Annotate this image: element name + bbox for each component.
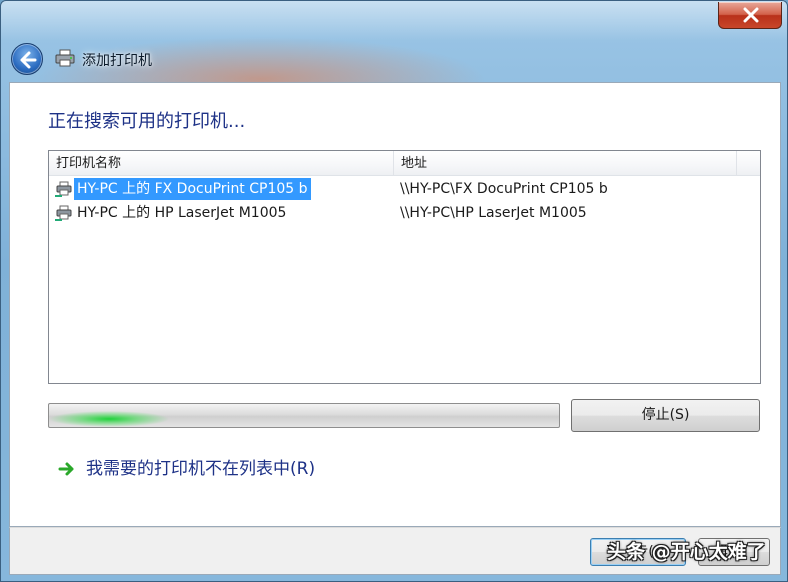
green-arrow-icon	[58, 462, 74, 476]
column-header-printer-name[interactable]: 打印机名称	[49, 151, 394, 176]
stop-button[interactable]: 停止(S)	[571, 399, 760, 432]
printer-name: HY-PC 上的 FX DocuPrint CP105 b	[74, 178, 311, 200]
not-listed-link-text[interactable]: 我需要的打印机不在列表中(R)	[86, 457, 315, 481]
list-item[interactable]: HY-PC 上的 FX DocuPrint CP105 b \\HY-PC\FX…	[49, 177, 760, 201]
printer-name: HY-PC 上的 HP LaserJet M1005	[77, 205, 287, 221]
column-header-address[interactable]: 地址	[394, 151, 737, 176]
search-progress-bar	[48, 403, 560, 428]
watermark-text: 头条 @开心太难了	[607, 541, 766, 563]
list-item[interactable]: HY-PC 上的 HP LaserJet M1005 \\HY-PC\HP La…	[49, 201, 760, 225]
back-arrow-icon	[20, 51, 37, 69]
network-printer-icon	[55, 205, 72, 221]
dialog-window: 添加打印机 正在搜索可用的打印机... 打印机名称 地址 HY-PC 上的 FX…	[0, 0, 788, 582]
back-button[interactable]	[11, 43, 43, 75]
wizard-content: 正在搜索可用的打印机... 打印机名称 地址 HY-PC 上的 FX DocuP…	[9, 82, 781, 527]
printer-address: \\HY-PC\FX DocuPrint CP105 b	[400, 181, 608, 197]
printer-address: \\HY-PC\HP LaserJet M1005	[400, 205, 587, 221]
list-header: 打印机名称 地址	[49, 151, 760, 176]
printer-icon	[55, 49, 75, 67]
network-printer-icon	[55, 181, 72, 197]
printer-list[interactable]: 打印机名称 地址 HY-PC 上的 FX DocuPrint CP105 b \…	[48, 150, 761, 384]
window-title: 添加打印机	[82, 53, 152, 69]
close-icon	[743, 7, 759, 23]
close-button[interactable]	[718, 2, 782, 29]
progress-marquee	[49, 404, 169, 427]
page-heading: 正在搜索可用的打印机...	[48, 111, 246, 132]
